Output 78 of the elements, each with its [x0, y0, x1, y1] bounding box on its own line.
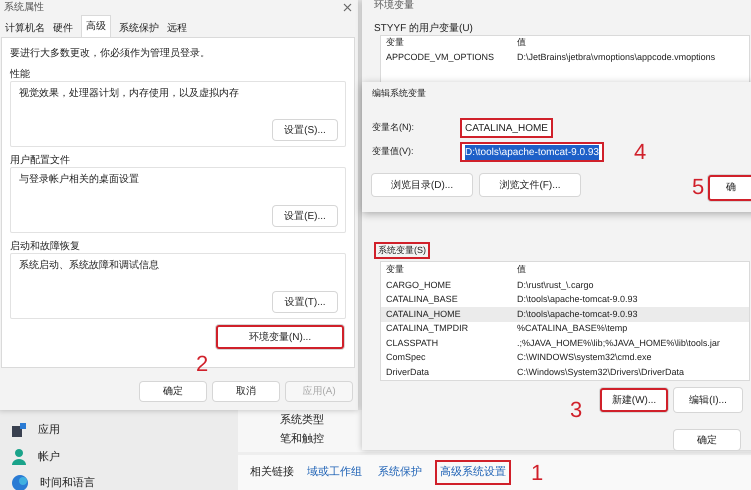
variable-value: D:\tools\apache-tomcat-9.0.93: [517, 293, 638, 306]
variable-value: D:\tools\apache-tomcat-9.0.93: [517, 308, 638, 321]
related-link[interactable]: 高级系统设置: [435, 460, 511, 485]
input-field[interactable]: CATALINA_HOME: [460, 118, 553, 138]
settings-item: 系统类型: [280, 412, 324, 428]
dialog-button[interactable]: 确定: [674, 430, 740, 450]
table-row[interactable]: CATALINA_BASE D:\tools\apache-tomcat-9.0.93: [381, 292, 749, 307]
group-description: 系统启动、系统故障和调试信息: [19, 258, 160, 273]
table-row[interactable]: DriverData C:\Windows\System32\Drivers\DriverData: [381, 365, 749, 380]
group-title: 性能: [10, 68, 31, 81]
column-header: 变量: [386, 263, 405, 276]
step-number: 4: [634, 141, 646, 163]
globe-icon: [12, 475, 28, 490]
nav-item[interactable]: 帐户: [38, 448, 60, 465]
related-links-label: 相关链接: [250, 464, 294, 480]
variable-value: C:\Windows\System32\Drivers\DriverData: [517, 366, 684, 379]
admin-notice: 要进行大多数更改，你必须作为管理员登录。: [10, 46, 211, 61]
step-number: 3: [570, 398, 582, 420]
dialog-button[interactable]: 浏览目录(D)...: [372, 174, 472, 196]
variable-name: CATALINA_BASE: [386, 293, 459, 306]
column-header: 值: [517, 263, 526, 276]
tab[interactable]: 计算机名: [1, 19, 49, 37]
dialog-title: 编辑系统变量: [372, 87, 427, 100]
nav-item[interactable]: 应用: [38, 422, 60, 438]
person-icon: [12, 448, 26, 465]
nav-item[interactable]: 时间和语言: [40, 475, 95, 490]
variable-name: CARGO_HOME: [386, 278, 452, 292]
column-header: 值: [517, 36, 526, 50]
input-field[interactable]: D:\tools\apache-tomcat-9.0.93: [460, 142, 604, 162]
dialog-button[interactable]: 确: [708, 174, 751, 200]
column-header: 变量: [386, 36, 405, 50]
variable-value: C:\WINDOWS\system32\cmd.exe: [517, 351, 652, 364]
dialog-button[interactable]: 设置(E)...: [273, 206, 337, 226]
settings-item: 笔和触控: [280, 432, 324, 446]
group-description: 视觉效果，处理器计划，内存使用，以及虚拟内存: [19, 86, 240, 101]
variable-value: .;%JAVA_HOME%\lib;%JAVA_HOME%\lib\tools.jar: [517, 336, 720, 350]
table-row[interactable]: ComSpec C:\WINDOWS\system32\cmd.exe: [381, 350, 749, 365]
dialog-button[interactable]: 浏览文件(F)...: [480, 174, 580, 196]
dialog-button[interactable]: 新建(W)...: [600, 388, 668, 412]
dialog-button[interactable]: 确定: [140, 382, 206, 401]
variable-name: APPCODE_VM_OPTIONS: [386, 50, 496, 64]
close-icon[interactable]: [343, 3, 352, 12]
dialog-button[interactable]: 编辑(I)...: [674, 388, 742, 412]
related-link[interactable]: 域或工作组: [304, 462, 365, 483]
field-label: 变量值(V):: [372, 145, 414, 158]
dialog-button[interactable]: 环境变量(N)...: [216, 325, 344, 349]
variable-value: D:\JetBrains\jetbra\vmoptions\appcode.vmoptions: [517, 50, 716, 64]
table-row[interactable]: CARGO_HOME D:\rust\rust_\.cargo: [381, 278, 749, 292]
tab[interactable]: 远程: [163, 19, 191, 37]
variable-name: DriverData: [386, 366, 430, 378]
table-row[interactable]: CLASSPATH .;%JAVA_HOME%\lib;%JAVA_HOME%\lib\tools.jar: [381, 336, 749, 350]
dialog-button[interactable]: 取消: [213, 382, 279, 401]
variable-name: CATALINA_TMPDIR: [386, 322, 470, 335]
group-title: 启动和故障恢复: [10, 240, 81, 253]
apps-icon: [12, 423, 26, 438]
dialog-button[interactable]: 设置(T)...: [273, 292, 337, 312]
variable-value: %CATALINA_BASE%\temp: [517, 322, 628, 335]
table-row[interactable]: CATALINA_HOME D:\tools\apache-tomcat-9.0.93: [381, 307, 749, 322]
related-link[interactable]: 系统保护: [375, 462, 425, 483]
step-number: 5: [692, 176, 704, 198]
tab[interactable]: 硬件: [49, 19, 77, 37]
group-description: 与登录帐户相关的桌面设置: [19, 172, 140, 187]
table-row[interactable]: APPCODE_VM_OPTIONS D:\JetBrains\jetbra\vmoptions\appcode.vmoptions: [386, 50, 744, 65]
group-title: 用户配置文件: [10, 154, 71, 167]
window-title: 系统属性: [4, 2, 44, 14]
variable-name: ComSpec: [386, 351, 427, 364]
tab[interactable]: 系统保护: [115, 19, 163, 37]
tab[interactable]: 高级: [81, 15, 111, 37]
section-title: 系统变量(S): [374, 242, 430, 259]
table-row[interactable]: CATALINA_TMPDIR %CATALINA_BASE%\temp: [381, 322, 749, 336]
section-title: STYYF 的用户变量(U): [374, 22, 474, 35]
field-label: 变量名(N):: [372, 121, 415, 134]
variable-name: CATALINA_HOME: [386, 308, 462, 321]
variable-value: D:\rust\rust_\.cargo: [517, 278, 594, 292]
step-number: 2: [196, 353, 208, 375]
step-number: 1: [531, 462, 544, 484]
variable-name: CLASSPATH: [386, 336, 440, 350]
dialog-button[interactable]: 设置(S)...: [273, 120, 337, 140]
